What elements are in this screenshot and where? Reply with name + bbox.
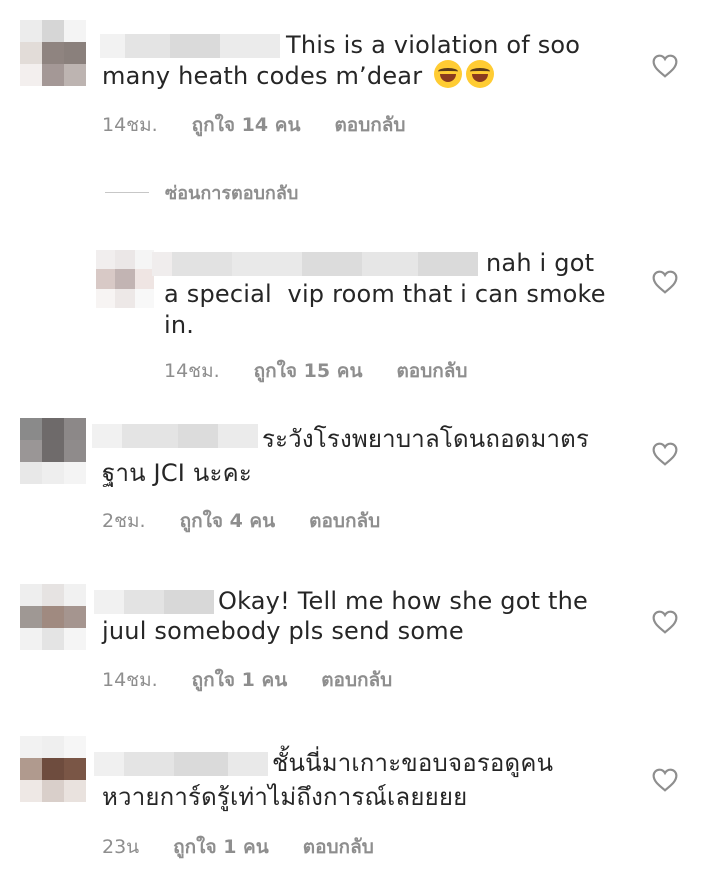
username-blurred[interactable] (94, 752, 268, 776)
username-blurred[interactable] (100, 34, 280, 58)
comment-meta: 14ชม. ถูกใจ 14 คน ตอบกลับ (102, 110, 405, 140)
reply-button[interactable]: ตอบกลับ (303, 832, 374, 862)
reply-button[interactable]: ตอบกลับ (321, 665, 392, 695)
like-count[interactable]: ถูกใจ 1 คน (192, 665, 288, 695)
reply-button[interactable]: ตอบกลับ (334, 110, 405, 140)
comment-meta: 14ชม. ถูกใจ 15 คน ตอบกลับ (164, 356, 467, 386)
comment-text-line: juul somebody pls send some (102, 617, 464, 645)
comment-text: many heath codes m’dear (102, 62, 423, 90)
reply-button[interactable]: ตอบกลับ (309, 506, 380, 536)
comment-text-line: Okay! Tell me how she got the (218, 587, 589, 615)
timestamp: 23น (102, 836, 140, 858)
comment-text-line: many heath codes m’dear (102, 60, 495, 91)
comment-meta: 14ชม. ถูกใจ 1 คน ตอบกลับ (102, 665, 392, 695)
comment-text-line: in. (164, 311, 195, 339)
like-count[interactable]: ถูกใจ 1 คน (173, 832, 269, 862)
comment-text-line: a special vip room that i can smoke (164, 280, 606, 308)
comment-text-line: ฐาน JCI นะคะ (102, 459, 252, 487)
avatar[interactable] (96, 250, 154, 308)
like-count[interactable]: ถูกใจ 15 คน (254, 356, 363, 386)
comment-meta: 2ชม. ถูกใจ 4 คน ตอบกลับ (102, 506, 380, 536)
hide-replies-label: ซ่อนการตอบกลับ (165, 183, 299, 204)
heart-icon[interactable] (652, 270, 678, 294)
timestamp: 2ชม. (102, 510, 146, 532)
reply-button[interactable]: ตอบกลับ (396, 356, 467, 386)
like-count[interactable]: ถูกใจ 14 คน (192, 110, 301, 140)
heart-icon[interactable] (652, 54, 678, 78)
username-blurred[interactable] (152, 252, 478, 276)
heart-icon[interactable] (652, 610, 678, 634)
username-blurred[interactable] (92, 424, 258, 448)
timestamp: 14ชม. (164, 360, 220, 382)
heart-icon[interactable] (652, 768, 678, 792)
avatar[interactable] (20, 584, 86, 650)
avatar[interactable] (20, 736, 86, 802)
comment-text-line: หวายการ์ดรู้เท่าไม่ถึงการณ์เลยยยย (102, 783, 468, 811)
face-with-tears-of-joy-icon (434, 60, 463, 88)
timestamp: 14ชม. (102, 114, 158, 136)
comment-text-line: nah i got (486, 249, 595, 277)
heart-icon[interactable] (652, 442, 678, 466)
comment-text-line: ชั้นนี่มาเกาะขอบจอรอดูคน (272, 749, 554, 777)
username-blurred[interactable] (94, 590, 214, 614)
comment-text-line: This is a violation of soo (286, 31, 581, 59)
avatar[interactable] (20, 418, 86, 484)
hide-replies-button[interactable]: ซ่อนการตอบกลับ (105, 178, 298, 207)
comment-meta: 23น ถูกใจ 1 คน ตอบกลับ (102, 832, 374, 862)
like-count[interactable]: ถูกใจ 4 คน (180, 506, 276, 536)
face-with-tears-of-joy-icon (466, 60, 495, 88)
divider-line (105, 192, 149, 193)
comment-text-line: ระวังโรงพยาบาลโดนถอดมาตร (262, 425, 590, 453)
avatar[interactable] (20, 20, 86, 86)
timestamp: 14ชม. (102, 669, 158, 691)
